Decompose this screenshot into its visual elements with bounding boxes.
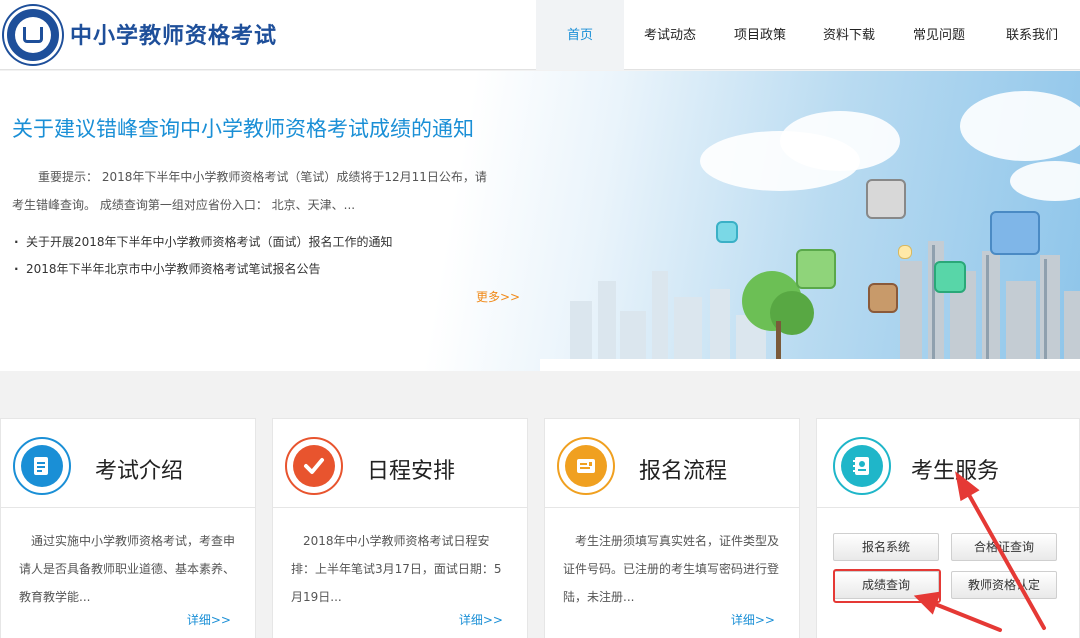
card-detail-link[interactable]: 详细>>: [459, 611, 503, 628]
cube-decoration: [898, 245, 912, 259]
card-schedule: 日程安排 2018年中小学教师资格考试日程安排：上半年笔试3月17日，面试日期：…: [272, 418, 528, 638]
card-title: 日程安排: [367, 459, 456, 484]
registration-system-button[interactable]: 报名系统: [833, 533, 939, 561]
main-nav: 首页 考试动态 项目政策 资料下载 常见问题 联系我们: [536, 0, 1080, 70]
cloud-decoration: [780, 111, 900, 171]
cube-decoration: [868, 283, 898, 313]
card-summary: 考生注册须填写真实姓名，证件类型及证件号码。已注册的考生填写密码进行登陆，未注册…: [563, 534, 780, 604]
nav-downloads[interactable]: 资料下载: [804, 0, 894, 70]
score-query-highlight: [833, 569, 941, 603]
card-candidate-services: 考生服务 报名系统 合格证查询 成绩查询 教师资格认定: [816, 418, 1080, 638]
news-list-item[interactable]: 2018年下半年北京市中小学教师资格考试笔试报名公告: [14, 256, 393, 283]
cube-decoration: [866, 179, 906, 219]
card-icon: [285, 437, 343, 495]
featured-news-summary: 重要提示： 2018年下半年中小学教师资格考试（笔试）成绩将于12月11日公布，…: [12, 170, 487, 212]
book-icon: [23, 27, 43, 43]
card-summary: 通过实施中小学教师资格考试，考查申请人是否具备教师职业道德、基本素养、教育教学能…: [19, 534, 236, 604]
cloud-decoration: [960, 91, 1080, 161]
cube-decoration: [716, 221, 738, 243]
nav-contact[interactable]: 联系我们: [984, 0, 1080, 70]
teacher-certification-button[interactable]: 教师资格认定: [951, 571, 1057, 599]
nav-faq[interactable]: 常见问题: [894, 0, 984, 70]
news-list: 关于开展2018年下半年中小学教师资格考试（面试）报名工作的通知 2018年下半…: [14, 229, 393, 283]
card-title: 考生服务: [911, 459, 1000, 484]
card-divider: [273, 507, 527, 508]
card-detail-link[interactable]: 详细>>: [187, 611, 231, 628]
featured-news-title[interactable]: 关于建议错峰查询中小学教师资格考试成绩的通知: [12, 113, 474, 143]
cube-decoration: [934, 261, 966, 293]
card-title: 报名流程: [639, 459, 728, 484]
card-divider: [817, 507, 1079, 508]
nav-home[interactable]: 首页: [536, 0, 624, 70]
checkmark-icon: [293, 445, 335, 487]
card-icon: [557, 437, 615, 495]
site-logo[interactable]: [4, 6, 62, 64]
news-list-item[interactable]: 关于开展2018年下半年中小学教师资格考试（面试）报名工作的通知: [14, 229, 393, 256]
site-title[interactable]: 中小学教师资格考试: [70, 18, 277, 50]
card-icon: [13, 437, 71, 495]
card-registration-process: 报名流程 考生注册须填写真实姓名，证件类型及证件号码。已注册的考生填写密码进行登…: [544, 418, 800, 638]
cube-decoration: [990, 211, 1040, 255]
cube-decoration: [796, 249, 836, 289]
document-icon: [21, 445, 63, 487]
card-title: 考试介绍: [95, 459, 184, 484]
nav-policy[interactable]: 项目政策: [716, 0, 804, 70]
card-icon: [833, 437, 891, 495]
card-detail-link[interactable]: 详细>>: [731, 611, 775, 628]
nav-exam-news[interactable]: 考试动态: [624, 0, 716, 70]
site-header: 中小学教师资格考试 首页 考试动态 项目政策 资料下载 常见问题 联系我们: [0, 0, 1080, 70]
certificate-query-button[interactable]: 合格证查询: [951, 533, 1057, 561]
card-divider: [1, 507, 255, 508]
form-icon: [565, 445, 607, 487]
card-divider: [545, 507, 799, 508]
more-news-link[interactable]: 更多>>: [476, 288, 520, 305]
card-summary: 2018年中小学教师资格考试日程安排：上半年笔试3月17日，面试日期：5月19日…: [291, 534, 502, 604]
contact-book-icon: [841, 445, 883, 487]
cloud-decoration: [1010, 161, 1080, 201]
card-exam-intro: 考试介绍 通过实施中小学教师资格考试，考查申请人是否具备教师职业道德、基本素养、…: [0, 418, 256, 638]
news-banner: 关于建议错峰查询中小学教师资格考试成绩的通知 重要提示： 2018年下半年中小学…: [0, 71, 1080, 371]
